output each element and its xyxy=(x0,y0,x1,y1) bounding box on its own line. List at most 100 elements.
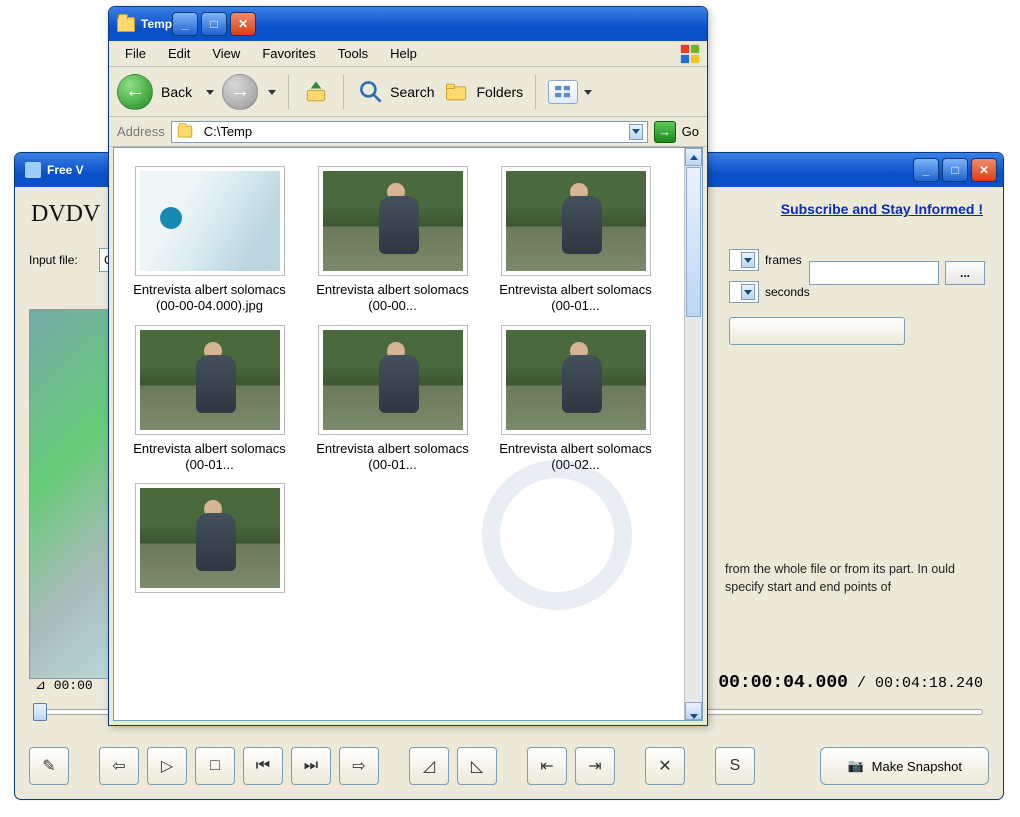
explorer-maximize-button[interactable]: □ xyxy=(201,12,227,36)
input-file-label: Input file: xyxy=(29,253,93,267)
scroll-up-button[interactable] xyxy=(685,148,702,166)
action-button[interactable] xyxy=(729,317,905,345)
thumbnail-image xyxy=(323,171,463,271)
views-button[interactable] xyxy=(548,80,592,104)
file-item[interactable]: Entrevista albert solomacs (00-00... xyxy=(305,166,480,315)
go-button[interactable]: → xyxy=(654,121,676,143)
file-pane: Entrevista albert solomacs (00-00-04.000… xyxy=(113,147,703,721)
address-bar: Address C:\Temp → Go xyxy=(109,117,707,147)
timeline-thumb[interactable] xyxy=(33,703,47,721)
mark-out-button[interactable]: ◺ xyxy=(457,747,497,785)
thumbnail-image xyxy=(323,330,463,430)
bg-maximize-button[interactable]: □ xyxy=(942,158,968,182)
explorer-close-button[interactable]: ✕ xyxy=(230,12,256,36)
file-caption: Entrevista albert solomacs (00-01... xyxy=(305,441,480,474)
thumbnail-image xyxy=(140,488,280,588)
menu-favorites[interactable]: Favorites xyxy=(252,43,325,64)
file-item[interactable]: Entrevista albert solomacs (00-02... xyxy=(488,325,663,474)
make-snapshot-button[interactable]: 📷 Make Snapshot xyxy=(820,747,989,785)
thumbnail-image xyxy=(140,330,280,430)
forward-button[interactable]: → xyxy=(222,74,258,110)
toolbar: ← Back → Search Folders xyxy=(109,67,707,117)
subscribe-link[interactable]: Subscribe and Stay Informed ! xyxy=(781,201,983,217)
thumbnail-image xyxy=(506,171,646,271)
bg-close-button[interactable]: ✕ xyxy=(971,158,997,182)
explorer-window: Temp _ □ ✕ File Edit View Favorites Tool… xyxy=(108,6,708,726)
bg-minimize-button[interactable]: _ xyxy=(913,158,939,182)
file-item[interactable]: Entrevista albert solomacs (00-01... xyxy=(488,166,663,315)
folders-icon xyxy=(442,77,472,107)
edit-button[interactable]: ✎ xyxy=(29,747,69,785)
folder-icon xyxy=(117,17,135,32)
time-readout: 00:00:04.000 / 00:04:18.240 xyxy=(718,673,983,693)
folder-icon xyxy=(178,126,192,138)
search-icon xyxy=(356,77,386,107)
step-back-button[interactable]: ⏮ xyxy=(243,747,283,785)
mark-in-button[interactable]: ◿ xyxy=(409,747,449,785)
seconds-label: seconds xyxy=(765,285,810,299)
windows-logo-icon xyxy=(679,43,701,65)
file-caption: Entrevista albert solomacs (00-00... xyxy=(305,282,480,315)
file-item[interactable]: Entrevista albert solomacs (00-01... xyxy=(122,325,297,474)
go-out-button[interactable]: ⇥ xyxy=(575,747,615,785)
play-button[interactable]: ▷ xyxy=(147,747,187,785)
time-current: 00:00:04.000 xyxy=(718,673,848,693)
back-history-dropdown[interactable] xyxy=(204,85,214,99)
file-item[interactable] xyxy=(122,483,297,599)
search-button[interactable]: Search xyxy=(356,77,434,107)
transport-controls: ✎ ⇦ ▷ □ ⏮ ⏭ ⇨ ◿ ◺ ⇤ ⇥ ✕ S 📷 Make Snapsho… xyxy=(29,747,989,785)
address-field[interactable]: C:\Temp xyxy=(171,121,648,143)
time-total: 00:04:18.240 xyxy=(875,675,983,692)
menu-file[interactable]: File xyxy=(115,43,156,64)
next-button[interactable]: ⇨ xyxy=(339,747,379,785)
snapshot-label: Make Snapshot xyxy=(872,759,962,774)
thumbnail-image xyxy=(140,171,280,271)
forward-history-dropdown[interactable] xyxy=(266,85,276,99)
menu-tools[interactable]: Tools xyxy=(328,43,378,64)
s-button[interactable]: S xyxy=(715,747,755,785)
scrollbar[interactable] xyxy=(684,148,702,720)
time-start: ⊿ 00:00 xyxy=(35,678,93,693)
scroll-down-button[interactable] xyxy=(685,702,702,720)
hint-text: from the whole file or from its part. In… xyxy=(725,561,985,596)
frames-label: frames xyxy=(765,253,802,267)
explorer-titlebar[interactable]: Temp _ □ ✕ xyxy=(109,7,707,41)
camera-icon: 📷 xyxy=(847,758,863,774)
folders-label: Folders xyxy=(476,84,523,100)
file-item[interactable]: Entrevista albert solomacs (00-00-04.000… xyxy=(122,166,297,315)
step-fwd-button[interactable]: ⏭ xyxy=(291,747,331,785)
stop-button[interactable]: □ xyxy=(195,747,235,785)
address-label: Address xyxy=(117,124,165,139)
file-caption: Entrevista albert solomacs (00-01... xyxy=(122,441,297,474)
frames-dropdown[interactable] xyxy=(729,249,759,271)
file-item[interactable]: Entrevista albert solomacs (00-01... xyxy=(305,325,480,474)
file-caption: Entrevista albert solomacs (00-01... xyxy=(488,282,663,315)
options-panel: frames seconds xyxy=(729,239,989,345)
menu-bar: File Edit View Favorites Tools Help xyxy=(109,41,707,67)
menu-edit[interactable]: Edit xyxy=(158,43,200,64)
up-button[interactable] xyxy=(301,77,331,107)
go-in-button[interactable]: ⇤ xyxy=(527,747,567,785)
seconds-dropdown[interactable] xyxy=(729,281,759,303)
back-button[interactable]: ← xyxy=(117,74,153,110)
delete-button[interactable]: ✕ xyxy=(645,747,685,785)
file-grid[interactable]: Entrevista albert solomacs (00-00-04.000… xyxy=(114,148,684,720)
back-label[interactable]: Back xyxy=(161,84,192,100)
menu-help[interactable]: Help xyxy=(380,43,427,64)
address-value: C:\Temp xyxy=(204,124,252,139)
views-dropdown-icon xyxy=(582,84,592,100)
file-caption: Entrevista albert solomacs (00-00-04.000… xyxy=(122,282,297,315)
bg-app-icon xyxy=(25,162,41,178)
bg-title: Free V xyxy=(47,163,84,177)
go-label: Go xyxy=(682,124,699,139)
menu-view[interactable]: View xyxy=(202,43,250,64)
explorer-title: Temp xyxy=(141,17,172,31)
address-dropdown-icon[interactable] xyxy=(629,124,643,140)
folders-button[interactable]: Folders xyxy=(442,77,523,107)
watermark-globe-icon xyxy=(482,460,632,610)
thumbnail-image xyxy=(506,330,646,430)
search-label: Search xyxy=(390,84,434,100)
scroll-thumb[interactable] xyxy=(686,167,701,317)
explorer-minimize-button[interactable]: _ xyxy=(172,12,198,36)
prev-button[interactable]: ⇦ xyxy=(99,747,139,785)
